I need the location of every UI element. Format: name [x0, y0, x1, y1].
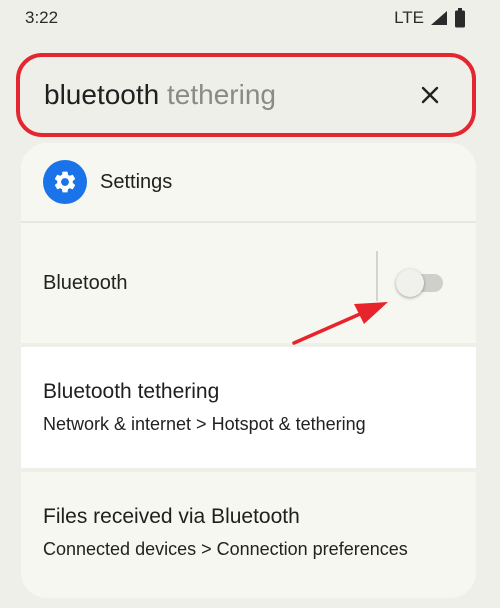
status-time: 3:22	[25, 8, 59, 27]
result-title: Bluetooth	[43, 271, 128, 294]
settings-app-icon	[43, 160, 87, 204]
search-input[interactable]: bluetooth tethering	[44, 79, 276, 111]
divider	[376, 251, 378, 301]
toggle-knob	[396, 269, 424, 297]
search-typed-text: bluetooth	[44, 79, 160, 110]
clear-search-button[interactable]	[414, 79, 446, 111]
search-suggestion-text: tethering	[167, 79, 276, 110]
result-title: Files received via Bluetooth	[43, 505, 300, 528]
result-subtitle: Connected devices > Connection preferenc…	[43, 539, 408, 559]
battery-icon	[454, 8, 466, 28]
status-icons: LTE	[394, 8, 466, 28]
close-icon	[421, 86, 439, 104]
results-header-settings: Settings	[21, 143, 476, 221]
signal-icon	[430, 10, 448, 26]
gear-icon	[54, 171, 76, 193]
network-type: LTE	[394, 8, 424, 27]
result-item-bluetooth[interactable]: Bluetooth	[21, 221, 476, 343]
search-highlight-outline: bluetooth tethering	[16, 53, 476, 137]
search-results-card: Settings Bluetooth Bluetooth tethering N…	[21, 143, 476, 598]
result-title: Bluetooth tethering	[43, 380, 220, 403]
result-item-bluetooth-tethering[interactable]: Bluetooth tethering Network & internet >…	[21, 343, 476, 468]
result-item-files-received[interactable]: Files received via Bluetooth Connected d…	[21, 468, 476, 598]
result-subtitle: Network & internet > Hotspot & tethering	[43, 414, 366, 434]
results-header-label: Settings	[100, 170, 173, 193]
status-bar: 3:22 LTE	[0, 0, 500, 36]
search-bar[interactable]: bluetooth tethering	[24, 61, 468, 129]
screen: 3:22 LTE bluetooth tethering Settings Bl…	[0, 0, 500, 608]
bluetooth-toggle[interactable]	[396, 269, 443, 297]
